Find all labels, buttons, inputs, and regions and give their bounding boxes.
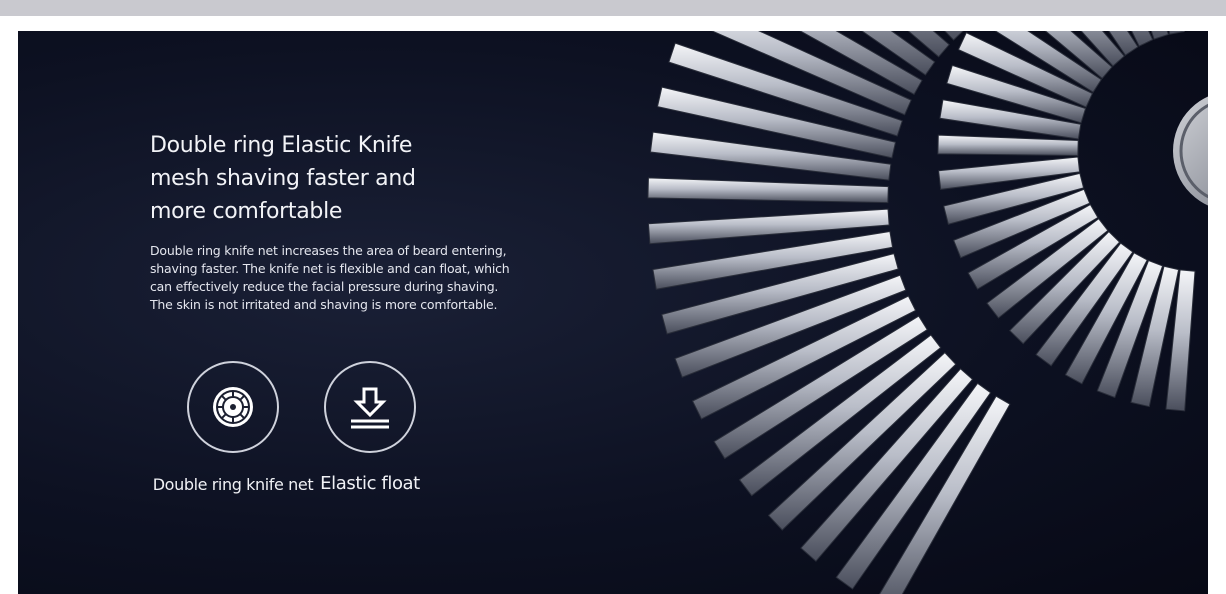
top-strip — [0, 0, 1226, 16]
double-ring-knife-net-icon — [213, 387, 253, 427]
section-description: Double ring knife net increases the area… — [150, 243, 510, 312]
feature-elastic-float: Elastic float — [285, 361, 455, 494]
elastic-float-icon — [351, 387, 389, 429]
feature-label: Elastic float — [320, 473, 420, 494]
feature-icon-circle — [324, 361, 416, 453]
feature-icon-circle — [187, 361, 279, 453]
product-feature-banner: Double ring Elastic Knife mesh shaving f… — [18, 31, 1208, 594]
section-headline: Double ring Elastic Knife mesh shaving f… — [150, 133, 416, 224]
